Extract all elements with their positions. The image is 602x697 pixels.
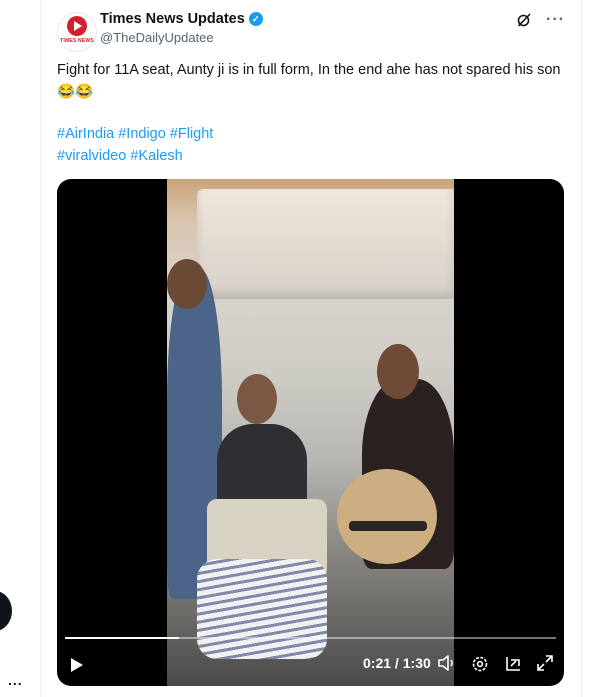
person-head [167,259,207,309]
hat-band [349,521,427,531]
video-progress-bar[interactable] [65,637,556,639]
duration: 1:30 [402,655,431,671]
time-separator: / [391,655,403,671]
author-display-name[interactable]: Times News Updates [100,11,245,27]
settings-gear-icon[interactable] [471,655,489,673]
avatar-logo-text: TIMES NEWS [60,38,94,44]
author-info: Times News Updates ✓ @TheDailyUpdatee [100,11,263,45]
overhead-bin [197,189,454,299]
hashtag-link[interactable]: #Kalesh [130,148,182,164]
tweet-text: Fight for 11A seat, Aunty ji is in full … [57,62,561,100]
more-menu-button[interactable]: ... [8,672,23,688]
picture-in-picture-icon[interactable] [504,655,522,673]
tweet-card: TIMES NEWS Times News Updates ✓ @TheDail… [40,0,582,697]
volume-icon[interactable] [438,655,456,671]
straw-hat [337,469,437,564]
hashtag-link[interactable]: #Indigo [118,126,166,142]
fullscreen-icon[interactable] [537,655,553,671]
play-logo-icon [67,16,87,36]
avatar[interactable]: TIMES NEWS [57,12,97,52]
author-handle[interactable]: @TheDailyUpdatee [100,30,263,45]
grok-icon[interactable] [516,12,532,28]
person-head [237,374,277,424]
hashtag-link[interactable]: #Flight [170,126,214,142]
hashtag-link[interactable]: #AirIndia [57,126,114,142]
hashtag-line-1: #AirIndia #Indigo #Flight [57,123,562,145]
hashtag-line-2: #viralvideo #Kalesh [57,145,562,167]
video-frame[interactable] [167,179,454,686]
striped-shirt [197,559,327,659]
hashtag-link[interactable]: #viralvideo [57,148,126,164]
person-head [377,344,419,399]
hashtags: #AirIndia #Indigo #Flight #viralvideo #Kale… [57,123,562,167]
video-player[interactable]: 0:21 / 1:30 [57,179,564,686]
video-progress-fill [65,637,180,639]
header-actions: ··· [516,12,565,28]
verified-badge-icon: ✓ [248,12,263,26]
compose-button[interactable] [0,591,12,631]
current-time: 0:21 [363,655,392,671]
play-icon[interactable] [71,658,83,672]
more-options-icon[interactable]: ··· [546,12,565,28]
video-time: 0:21 / 1:30 [363,655,431,671]
left-sidebar: ... [0,0,40,697]
